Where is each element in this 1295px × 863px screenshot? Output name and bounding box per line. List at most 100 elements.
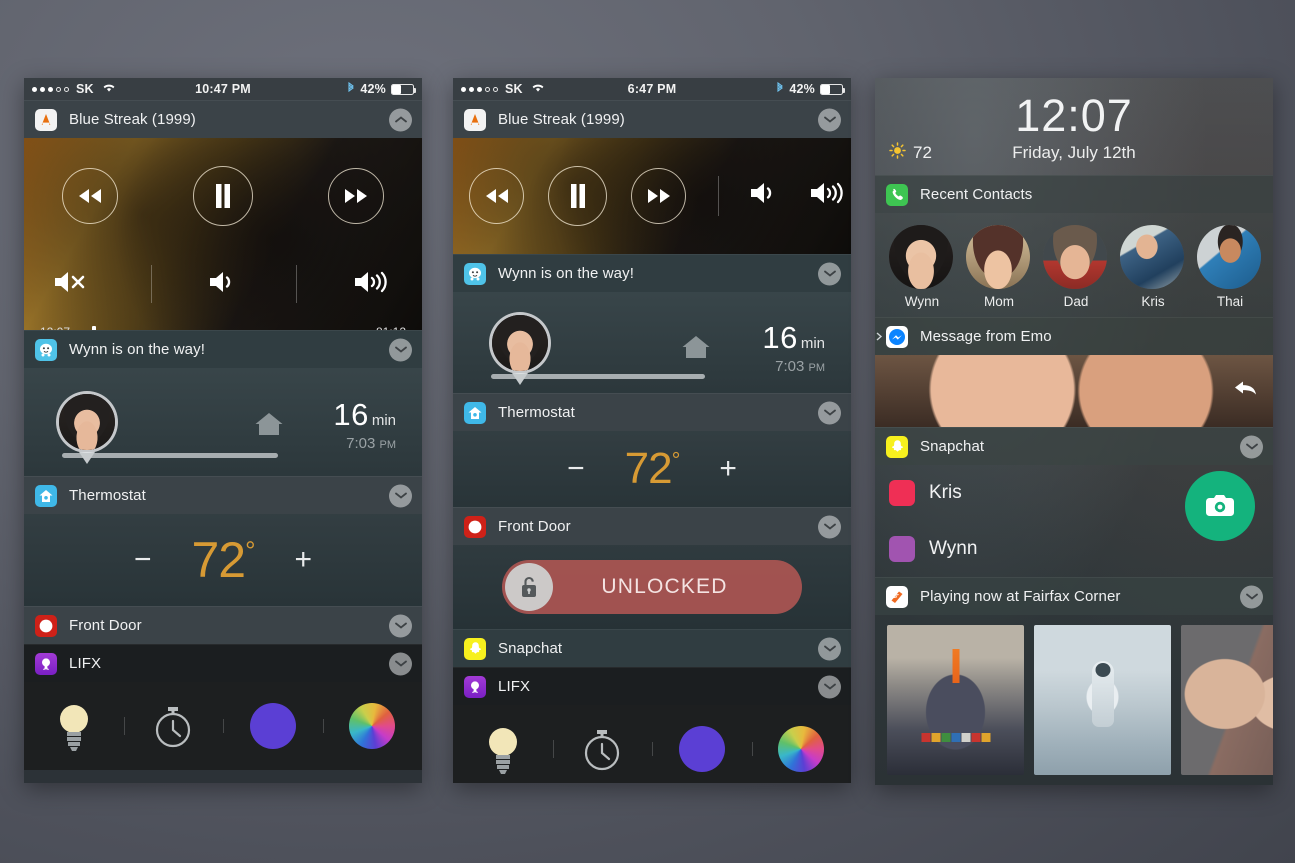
pause-button[interactable] bbox=[192, 165, 253, 226]
fast-forward-button[interactable] bbox=[630, 167, 687, 224]
camera-icon[interactable] bbox=[1185, 471, 1255, 542]
rewind-button[interactable] bbox=[61, 167, 118, 224]
snap-status-square bbox=[889, 536, 915, 563]
transport-controls bbox=[24, 138, 422, 253]
chevron-down-icon[interactable] bbox=[1240, 585, 1263, 609]
chevron-down-icon[interactable] bbox=[1240, 435, 1263, 459]
movie-poster-row[interactable]: Chappie Interstellar The Imitation Game bbox=[875, 615, 1273, 776]
chevron-up-icon[interactable] bbox=[389, 108, 412, 131]
notification-header-frontdoor[interactable]: Front Door bbox=[24, 606, 422, 644]
chevron-down-icon[interactable] bbox=[389, 484, 412, 507]
notification-header-contacts[interactable]: Recent Contacts bbox=[875, 175, 1273, 214]
arrival-ampm: PM bbox=[808, 362, 826, 374]
recent-contacts-list[interactable]: Wynn Mom Dad Kris Thai bbox=[875, 213, 1273, 318]
divider bbox=[718, 175, 719, 216]
color-swatch-purple[interactable] bbox=[223, 703, 323, 749]
rewind-button[interactable] bbox=[469, 167, 525, 224]
movie-poster[interactable]: Interstellar bbox=[1034, 625, 1171, 776]
eta-unit: min bbox=[800, 335, 825, 352]
unlock-icon[interactable] bbox=[505, 563, 553, 611]
clock-date: Friday, July 12th bbox=[1012, 143, 1136, 163]
wifi-icon bbox=[102, 82, 116, 96]
bulb-icon[interactable] bbox=[24, 699, 124, 753]
chevron-down-icon[interactable] bbox=[389, 338, 412, 361]
avatar bbox=[966, 225, 1030, 290]
eta-readout: 16 min 7:03 PM bbox=[333, 397, 396, 452]
notification-header-movies[interactable]: Playing now at Fairfax Corner bbox=[875, 577, 1273, 616]
chevron-down-icon[interactable] bbox=[818, 675, 841, 698]
notification-header-waze[interactable]: Wynn is on the way! bbox=[24, 330, 422, 368]
movie-poster[interactable]: The Imitation Game bbox=[1181, 625, 1273, 776]
bulb-icon[interactable] bbox=[453, 722, 553, 776]
fast-forward-button[interactable] bbox=[328, 167, 385, 224]
notification-header-thermostat[interactable]: Thermostat bbox=[453, 393, 851, 431]
volume-down-button[interactable] bbox=[747, 179, 783, 212]
contact-name: Wynn bbox=[904, 294, 940, 310]
snapchat-icon bbox=[886, 435, 908, 458]
notification-header-lifx[interactable]: LIFX bbox=[453, 667, 851, 705]
contact-item[interactable]: Mom bbox=[966, 225, 1032, 309]
chevron-down-icon[interactable] bbox=[389, 652, 412, 675]
contact-name: Thai bbox=[1216, 294, 1244, 310]
movies-title: Playing now at Fairfax Corner bbox=[920, 588, 1121, 606]
color-wheel-icon[interactable] bbox=[751, 726, 852, 772]
pause-button[interactable] bbox=[548, 165, 607, 226]
media-player-compact bbox=[453, 138, 851, 254]
temp-increase-button[interactable]: + bbox=[719, 454, 737, 484]
volume-up-button[interactable] bbox=[351, 268, 395, 301]
arrival-ampm: PM bbox=[379, 439, 397, 451]
playback-scrubber[interactable]: 12:07 -81:12 bbox=[24, 315, 422, 330]
chevron-down-icon[interactable] bbox=[389, 614, 412, 637]
snap-sender-name: Wynn bbox=[929, 538, 978, 560]
notification-header-snapchat[interactable]: Snapchat bbox=[453, 629, 851, 667]
messenger-icon bbox=[886, 325, 908, 348]
lock-toggle[interactable]: UNLOCKED bbox=[502, 560, 802, 614]
notification-header-lifx[interactable]: LIFX bbox=[24, 644, 422, 682]
avatar bbox=[889, 225, 953, 290]
contact-item[interactable]: Thai bbox=[1197, 225, 1263, 309]
movie-poster[interactable]: Chappie bbox=[887, 625, 1024, 776]
volume-down-button[interactable] bbox=[206, 268, 242, 301]
august-icon bbox=[35, 614, 57, 637]
lock-state-label: UNLOCKED bbox=[601, 575, 728, 598]
notification-header-snapchat[interactable]: Snapchat bbox=[875, 427, 1273, 466]
contact-item[interactable]: Wynn bbox=[889, 225, 955, 309]
color-swatch-purple[interactable] bbox=[652, 726, 752, 772]
temp-decrease-button[interactable]: − bbox=[134, 545, 152, 575]
temp-increase-button[interactable]: + bbox=[295, 545, 313, 575]
elapsed-time: 12:07 bbox=[40, 325, 70, 330]
mute-button[interactable] bbox=[51, 268, 97, 301]
contact-item[interactable]: Dad bbox=[1043, 225, 1109, 309]
progress-knob[interactable] bbox=[92, 325, 97, 330]
temp-decrease-button[interactable]: − bbox=[567, 454, 585, 484]
notification-header-media[interactable]: Blue Streak (1999) bbox=[24, 100, 422, 138]
waze-title: Wynn is on the way! bbox=[69, 341, 205, 358]
chevron-down-icon[interactable] bbox=[818, 108, 841, 131]
chevron-down-icon[interactable] bbox=[818, 515, 841, 538]
contact-item[interactable]: Kris bbox=[1120, 225, 1186, 309]
chevron-down-icon[interactable] bbox=[818, 637, 841, 660]
remaining-time: -81:12 bbox=[372, 325, 406, 330]
reply-arrow-icon[interactable] bbox=[1233, 379, 1259, 404]
carrier-label: SK bbox=[505, 82, 523, 96]
arrival-time: 7:03 bbox=[346, 435, 376, 452]
vlc-icon bbox=[464, 108, 486, 131]
signal-strength-icon bbox=[32, 86, 69, 92]
notification-header-message[interactable]: Message from Emo bbox=[875, 317, 1273, 356]
chevron-down-icon[interactable] bbox=[818, 262, 841, 285]
notification-header-frontdoor[interactable]: Front Door bbox=[453, 507, 851, 545]
chevron-down-icon[interactable] bbox=[818, 401, 841, 424]
timer-icon[interactable] bbox=[123, 701, 224, 751]
color-wheel-icon[interactable] bbox=[322, 703, 423, 749]
volume-up-button[interactable] bbox=[807, 179, 851, 212]
timer-icon[interactable] bbox=[552, 724, 653, 774]
snapchat-icon bbox=[464, 637, 486, 660]
notification-header-waze[interactable]: Wynn is on the way! bbox=[453, 254, 851, 292]
notification-header-media[interactable]: Blue Streak (1999) bbox=[453, 100, 851, 138]
notification-header-thermostat[interactable]: Thermostat bbox=[24, 476, 422, 514]
movie-title: Interstellar bbox=[1034, 761, 1171, 771]
message-preview[interactable]: Yoo are we still on for the beach tomorr… bbox=[875, 355, 1273, 428]
phone-panel-middle: SK 6:47 PM 42% Blue Streak (1999) Wynn i… bbox=[453, 78, 851, 783]
carrier-label: SK bbox=[76, 82, 94, 96]
avatar bbox=[875, 355, 1273, 428]
